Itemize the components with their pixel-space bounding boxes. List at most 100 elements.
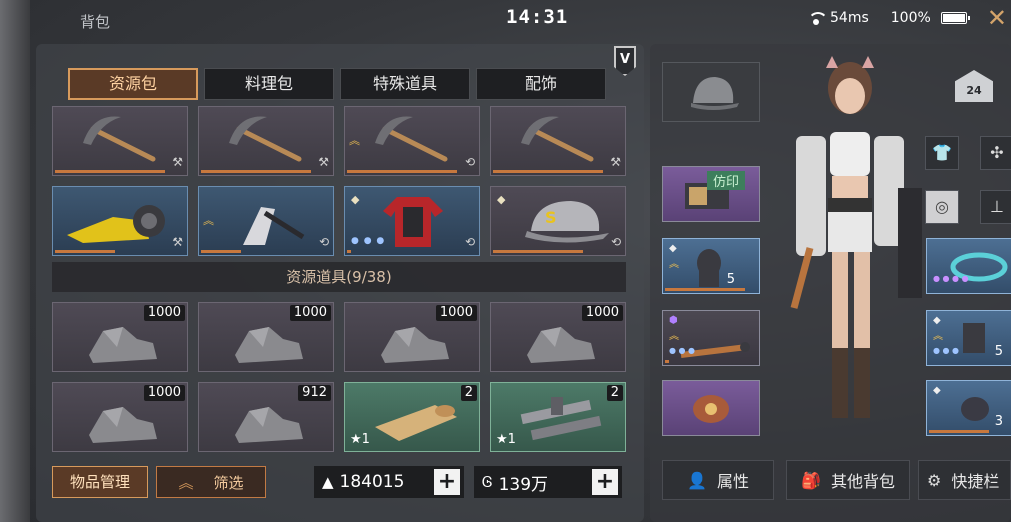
item-count: 1000 [435, 305, 477, 321]
attributes-button[interactable]: 👤 属性 [662, 460, 774, 500]
equipment-slot[interactable]: ◆ ︽ 5 ● ● ● [926, 310, 1011, 366]
gem-icon: ◆ [669, 243, 677, 254]
equipment-slot[interactable]: ◆ 3 [926, 380, 1011, 436]
wifi-icon [808, 12, 828, 25]
item-slot[interactable]: ⚒ [52, 186, 188, 256]
battery-icon [940, 12, 970, 24]
pickaxe-icon [229, 116, 302, 162]
star-level: ★1 [496, 432, 516, 447]
item-slot[interactable]: 2 ★1 [490, 382, 626, 452]
armor-jacket-icon [383, 197, 443, 247]
star-count: 1 [507, 432, 516, 447]
gem-icon: ◆ [351, 193, 360, 206]
item-slot[interactable]: 2 ★1 [344, 382, 480, 452]
tab-cooking-bag[interactable]: 料理包 [204, 68, 334, 100]
star-dots: ● ● ● [669, 346, 696, 355]
item-count: 5 [726, 272, 735, 287]
mech-part-icon [693, 395, 729, 423]
ping-text: 54ms [830, 10, 869, 26]
item-slot[interactable]: 1000 [198, 302, 334, 372]
gold-currency: Ꮆ 139万 + [474, 466, 622, 498]
bag-tabs: 资源包 料理包 特殊道具 配饰 [68, 68, 606, 100]
tab-resource-bag[interactable]: 资源包 [68, 68, 198, 100]
filter-icon: ︽ [178, 473, 194, 492]
item-slot[interactable]: ⚒ [52, 106, 188, 176]
person-icon: 👤 [687, 470, 707, 490]
chainsaw-icon [67, 205, 165, 243]
item-slot[interactable]: ⚒ [198, 106, 334, 176]
hat-slot[interactable] [662, 62, 760, 122]
rank-chevron-icon: ︽ [349, 134, 360, 147]
star-level: ★1 [350, 432, 370, 447]
item-count: 2 [606, 385, 623, 401]
tab-special-items[interactable]: 特殊道具 [340, 68, 470, 100]
item-management-button[interactable]: 物品管理 [52, 466, 148, 498]
item-count: 5 [994, 344, 1003, 359]
outfit-icon[interactable]: 👕 [925, 136, 959, 170]
item-slot[interactable]: 1000 [490, 302, 626, 372]
close-icon[interactable]: ✕ [987, 4, 1007, 32]
durability-bar [493, 250, 583, 253]
item-slot[interactable]: 1000 [52, 382, 188, 452]
repair-icon: ⟲ [464, 235, 475, 249]
equipment-slot[interactable] [662, 380, 760, 436]
item-slot[interactable]: ⚒ [490, 106, 626, 176]
ore-currency: ▲ 184015 + [314, 466, 464, 498]
equipment-slot[interactable]: ◆ ︽ 5 [662, 238, 760, 294]
turret-icon[interactable]: ⊥ [980, 190, 1011, 224]
item-slot[interactable]: ◆ ● ● ● ⟲ [344, 186, 480, 256]
cap-icon [691, 77, 739, 110]
gold-coin-icon: Ꮆ [482, 473, 493, 491]
rank-chevron-icon: ︽ [669, 331, 679, 342]
equipment-slot[interactable]: ● ● ● ● [926, 238, 1011, 294]
pickaxe-icon [521, 116, 594, 162]
other-bags-label: 其他背包 [830, 472, 895, 491]
item-slot[interactable]: 912 [198, 382, 334, 452]
durability-bar [347, 250, 351, 253]
item-slot[interactable]: ︽ ⟲ [198, 186, 334, 256]
durability-bar [55, 170, 165, 173]
add-gold-button[interactable]: + [592, 469, 618, 495]
shortcut-label: 快捷栏 [951, 472, 1000, 491]
item-count: 1000 [289, 305, 331, 321]
pickaxe-icon [83, 116, 156, 162]
item-slot[interactable]: 1000 [344, 302, 480, 372]
ore-amount: 184015 [339, 472, 405, 492]
other-bags-button[interactable]: 🎒 其他背包 [786, 460, 910, 500]
star-dots: ● ● ● [933, 346, 960, 355]
rank-chevron-icon: ︽ [203, 214, 214, 227]
backpack-icon: 🎒 [801, 470, 821, 490]
collar-ring-icon [950, 252, 1008, 282]
filter-button[interactable]: ︽ 筛选 [156, 466, 266, 498]
status-bar: 背包 14:31 54ms 100% ✕ [30, 0, 1011, 38]
repair-icon: ⚒ [172, 235, 183, 249]
equipment-slot[interactable]: ⬢ ︽ ● ● ● [662, 310, 760, 366]
device-bezel [0, 0, 30, 522]
item-slot[interactable]: S ◆ ⟲ [490, 186, 626, 256]
cap-icon: S [525, 201, 609, 243]
item-count: 912 [298, 385, 331, 401]
durability-bar [665, 360, 669, 363]
rank-chevron-icon: ︽ [669, 259, 679, 270]
add-ore-button[interactable]: + [434, 469, 460, 495]
star-dots: ● ● ● ● [933, 274, 969, 283]
accessory-ring-icon[interactable]: ◎ [925, 190, 959, 224]
item-count: 1000 [581, 305, 623, 321]
tab-accessories[interactable]: 配饰 [476, 68, 606, 100]
badge-icon: ⬢ [669, 315, 678, 326]
drone-icon[interactable]: ✣ [980, 136, 1011, 170]
durability-bar [347, 170, 457, 173]
item-slot[interactable]: 1000 [52, 302, 188, 372]
repair-icon: ⟲ [464, 155, 475, 169]
repair-icon: ⟲ [610, 235, 621, 249]
rank-chevron-icon: ︽ [933, 331, 943, 342]
filter-label: 筛选 [213, 473, 244, 492]
gem-icon: ◆ [933, 315, 941, 326]
imprint-tag: 仿印 [707, 171, 746, 190]
item-slot[interactable]: ︽ ⟲ [344, 106, 480, 176]
gem-icon: ◆ [497, 193, 506, 206]
star-dots: ● ● ● [351, 236, 386, 246]
durability-bar [665, 288, 745, 291]
shortcut-bar-button[interactable]: ⚙ 快捷栏 [918, 460, 1011, 500]
equipment-slot[interactable]: 仿印 [662, 166, 760, 222]
